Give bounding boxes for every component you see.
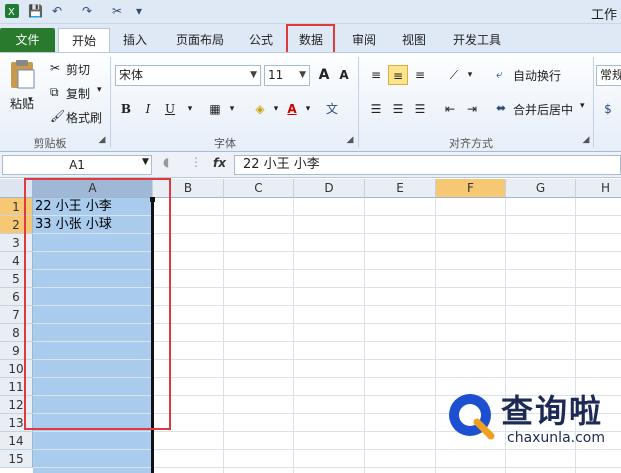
align-middle-icon[interactable]: ≡ xyxy=(388,65,408,85)
bold-button[interactable]: B xyxy=(116,99,136,119)
tab-file[interactable]: 文件 xyxy=(0,28,55,52)
name-box-dropdown-icon[interactable]: ▼ xyxy=(142,157,149,167)
column-header-h[interactable]: H xyxy=(576,179,621,198)
formula-content: 22 小王 小李 xyxy=(243,157,320,172)
row-header-14[interactable]: 14 xyxy=(0,432,33,450)
align-left-icon[interactable]: ☰ xyxy=(366,99,386,119)
quick-access-toolbar: X 💾 ↶ ↷ ✂ ▾ 工作 xyxy=(0,0,621,24)
borders-dropdown-icon[interactable]: ▾ xyxy=(222,99,242,119)
copy-icon[interactable]: ⧉ xyxy=(50,85,59,100)
group-divider xyxy=(593,57,594,147)
window-title: 工作 xyxy=(590,8,617,23)
tab-page-layout[interactable]: 页面布局 xyxy=(165,28,235,52)
column-header-e[interactable]: E xyxy=(365,179,436,198)
align-bottom-icon[interactable]: ≡ xyxy=(410,65,430,85)
watermark-url: chaxunla.com xyxy=(507,430,605,446)
column-header-c[interactable]: C xyxy=(224,179,294,198)
cut-button[interactable]: 剪切 xyxy=(66,61,90,78)
formula-bar-grip-icon[interactable]: ◖ xyxy=(163,155,169,169)
alignment-group-label: 对齐方式 xyxy=(449,137,493,150)
paste-icon[interactable] xyxy=(8,59,38,89)
chevron-down-icon: ▼ xyxy=(299,70,306,80)
grid-column-line xyxy=(435,198,436,473)
name-box[interactable]: A1 xyxy=(2,155,152,175)
font-family-select[interactable]: 宋体 ▼ xyxy=(115,65,261,86)
group-divider xyxy=(358,57,359,147)
tab-view[interactable]: 视图 xyxy=(394,28,434,52)
group-divider xyxy=(110,57,111,147)
wrap-text-icon[interactable]: ⤶ xyxy=(496,67,503,82)
svg-text:X: X xyxy=(8,7,15,18)
excel-logo-icon: X xyxy=(4,3,20,20)
column-header-d[interactable]: D xyxy=(294,179,365,198)
grid-column-line xyxy=(223,198,224,473)
decrease-indent-icon[interactable]: ⇤ xyxy=(440,99,460,119)
tab-formulas[interactable]: 公式 xyxy=(240,28,282,52)
wrap-text-button[interactable]: 自动换行 xyxy=(513,67,561,84)
formula-bar: A1 ▼ ◖ ⋮ fx 22 小王 小李 xyxy=(0,152,621,178)
formula-bar-grip-icon: ⋮ xyxy=(190,155,202,169)
increase-indent-icon[interactable]: ⇥ xyxy=(462,99,482,119)
merge-center-icon[interactable]: ⬌ xyxy=(496,101,506,115)
clipboard-group-label: 剪贴板 xyxy=(33,137,67,150)
font-size-value: 11 xyxy=(268,68,284,82)
align-top-icon[interactable]: ≡ xyxy=(366,65,386,85)
format-painter-icon[interactable]: 🖌 xyxy=(50,109,65,123)
grid-column-line xyxy=(364,198,365,473)
number-format-value: 常规 xyxy=(600,68,621,82)
number-format-select[interactable]: 常规 xyxy=(596,65,621,86)
watermark: 查询啦 chaxunla.com xyxy=(445,386,621,456)
tab-developer[interactable]: 开发工具 xyxy=(444,28,510,52)
font-group-label: 字体 xyxy=(214,137,236,150)
macro-icon[interactable]: ✂ xyxy=(112,3,122,20)
font-color-dropdown-icon[interactable]: ▾ xyxy=(298,99,318,119)
format-painter-button[interactable]: 格式刷 xyxy=(66,109,102,126)
alignment-launcher-icon[interactable]: ◢ xyxy=(580,135,592,145)
insert-function-icon[interactable]: fx xyxy=(213,156,231,174)
grow-font-icon[interactable]: A xyxy=(314,65,334,85)
tab-home[interactable]: 开始 xyxy=(58,28,110,53)
paste-dropdown-icon[interactable]: ▾ xyxy=(28,95,33,105)
orientation-dropdown-icon[interactable]: ▾ xyxy=(460,65,480,85)
align-center-icon[interactable]: ☰ xyxy=(388,99,408,119)
currency-icon[interactable]: $ xyxy=(598,99,618,119)
copy-button[interactable]: 复制 xyxy=(66,85,90,102)
cut-icon[interactable]: ✂ xyxy=(50,61,60,75)
copy-dropdown-icon[interactable]: ▾ xyxy=(97,85,102,95)
phonetic-icon[interactable]: 文 xyxy=(322,99,342,119)
tab-insert[interactable]: 插入 xyxy=(114,28,156,52)
search-logo-icon xyxy=(445,390,499,444)
redo-icon[interactable]: ↷ xyxy=(82,3,92,20)
shrink-font-icon[interactable]: A xyxy=(334,65,354,85)
column-header-f[interactable]: F xyxy=(436,179,506,198)
align-right-icon[interactable]: ☰ xyxy=(410,99,430,119)
save-icon[interactable]: 💾 xyxy=(28,3,43,20)
column-a-highlight xyxy=(24,178,171,430)
clipboard-launcher-icon[interactable]: ◢ xyxy=(96,135,108,145)
column-header-g[interactable]: G xyxy=(506,179,576,198)
grid-column-line xyxy=(293,198,294,473)
font-size-select[interactable]: 11 ▼ xyxy=(264,65,310,86)
italic-button[interactable]: I xyxy=(138,99,158,119)
watermark-name: 查询啦 xyxy=(501,392,604,430)
row-header-15[interactable]: 15 xyxy=(0,450,33,468)
underline-dropdown-icon[interactable]: ▾ xyxy=(180,99,200,119)
merge-center-dropdown-icon[interactable]: ▾ xyxy=(580,101,585,111)
ribbon: 粘贴 ▾ ✂ 剪切 ⧉ 复制 ▾ 🖌 格式刷 剪贴板 ◢ 宋体 ▼ 11 ▼ A… xyxy=(0,52,621,152)
undo-icon[interactable]: ↶ xyxy=(52,3,62,20)
formula-input[interactable]: 22 小王 小李 xyxy=(234,155,621,175)
underline-button[interactable]: U xyxy=(160,99,180,119)
merge-center-button[interactable]: 合并后居中 xyxy=(513,101,573,118)
font-family-value: 宋体 xyxy=(119,68,144,82)
name-box-value: A1 xyxy=(69,158,85,172)
chevron-down-icon: ▼ xyxy=(250,70,257,80)
font-launcher-icon[interactable]: ◢ xyxy=(344,135,356,145)
tab-review[interactable]: 审阅 xyxy=(344,28,384,52)
customize-qat-icon[interactable]: ▾ xyxy=(136,3,142,20)
